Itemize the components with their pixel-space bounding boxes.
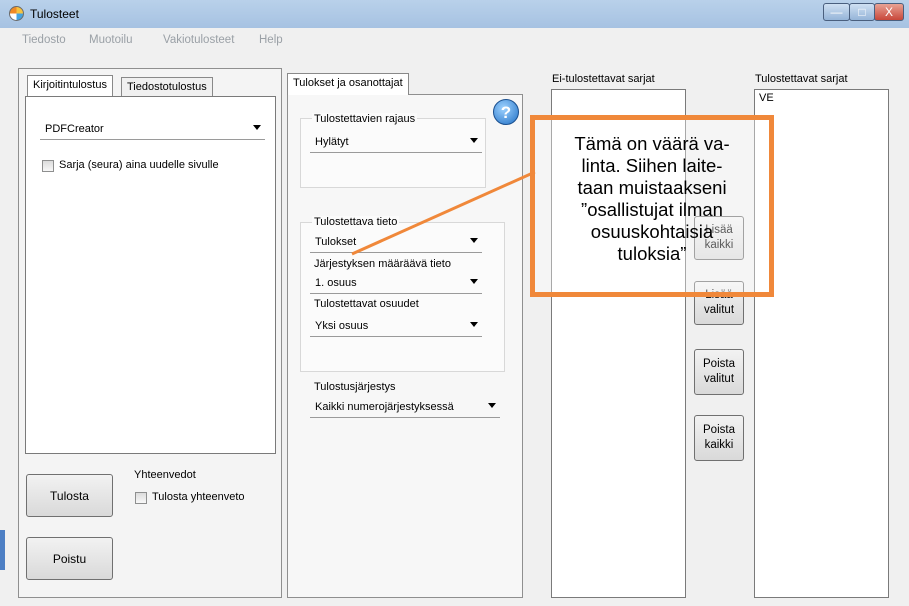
callout-pointer-line — [351, 170, 536, 256]
callout-line: osuuskohtaisia — [590, 221, 714, 242]
callout-line: taan muistaakseni — [577, 177, 727, 198]
window-edge-accent — [0, 530, 5, 570]
annotation-callout-text: Tämä on väärä va- linta. Siihen laite- t… — [532, 133, 772, 265]
callout-line: tuloksia” — [617, 243, 687, 264]
app-window: Tulosteet — □ X Tiedosto Muotoilu Vakiot… — [0, 0, 909, 606]
callout-line: Tämä on väärä va- — [574, 133, 730, 154]
callout-line: linta. Siihen laite- — [581, 155, 723, 176]
callout-line: ”osallistujat ilman — [581, 199, 723, 220]
